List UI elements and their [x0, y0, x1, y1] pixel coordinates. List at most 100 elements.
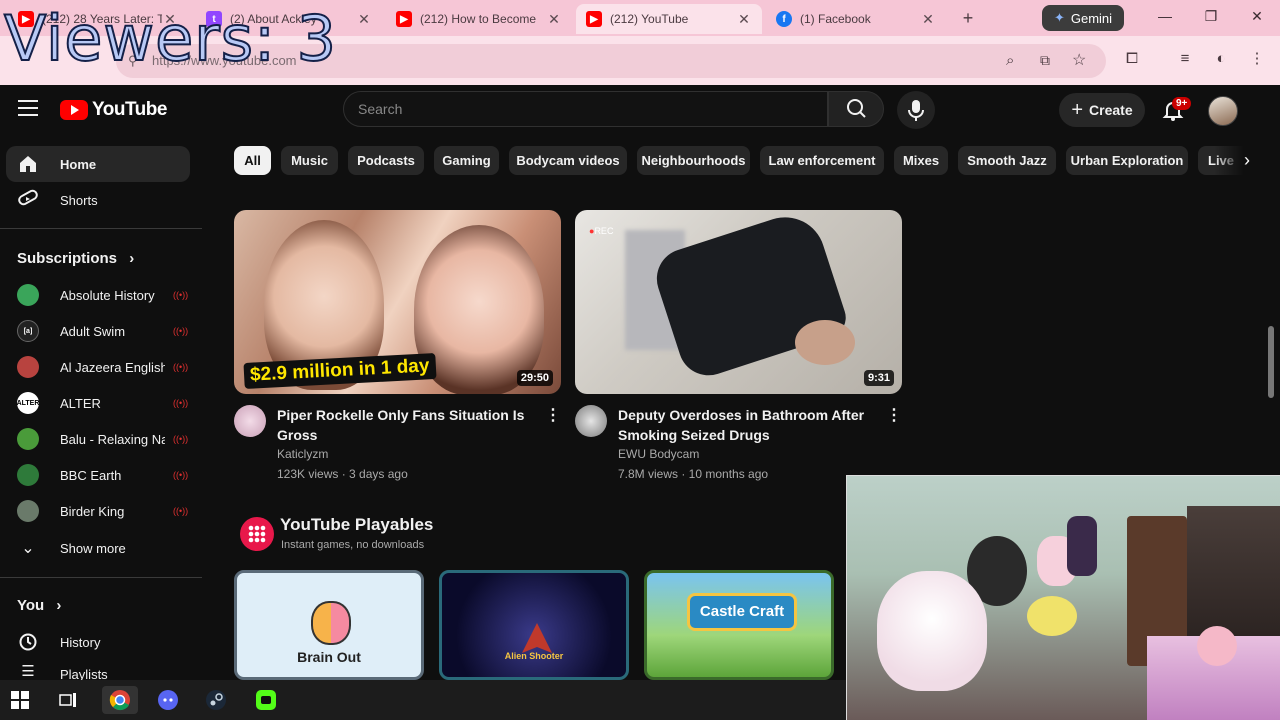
restore-button[interactable]: ❐: [1201, 8, 1221, 28]
sidebar-item-home[interactable]: Home: [6, 146, 190, 182]
sidebar-item-label: History: [60, 634, 101, 650]
sidebar-item-shorts[interactable]: Shorts: [6, 182, 190, 218]
youtube-logo-text: YouTube: [92, 99, 167, 120]
channel-name: Al Jazeera English: [60, 359, 165, 375]
live-icon: ((•)): [173, 362, 189, 372]
browser-tab-active[interactable]: ▶ (212) YouTube ✕: [576, 4, 762, 34]
browser-tab[interactable]: f (1) Facebook ✕: [766, 4, 946, 34]
taskbar: [0, 680, 846, 720]
create-button[interactable]: + Create: [1059, 93, 1145, 127]
webcam-shelf: [1187, 506, 1280, 646]
chip[interactable]: Podcasts: [348, 146, 424, 175]
video-title[interactable]: Deputy Overdoses in Bathroom After Smoki…: [618, 405, 868, 445]
sidebar: Home Shorts Subscriptions › Absolute His…: [0, 135, 202, 680]
chip[interactable]: Gaming: [434, 146, 499, 175]
account-avatar[interactable]: [1208, 96, 1238, 126]
chip-all[interactable]: All: [234, 146, 271, 175]
new-tab-button[interactable]: +: [958, 8, 978, 28]
chevron-right-icon: ›: [129, 250, 135, 267]
live-icon: ((•)): [173, 470, 189, 480]
steam-icon[interactable]: [198, 686, 234, 714]
zoom-icon[interactable]: ⌕: [1006, 52, 1014, 69]
youtube-logo[interactable]: YouTube: [60, 99, 167, 121]
you-header[interactable]: You ›: [17, 597, 61, 614]
chip[interactable]: Law enforcement: [760, 146, 884, 175]
close-icon[interactable]: ✕: [736, 11, 752, 28]
channel-avatar[interactable]: [234, 405, 266, 437]
menu-kebab-icon[interactable]: ⋮: [1248, 50, 1266, 68]
playables-title[interactable]: YouTube Playables: [280, 515, 433, 535]
search-button[interactable]: [828, 91, 884, 127]
history-icon: [17, 631, 39, 653]
extensions-icon[interactable]: ⧠: [1123, 50, 1141, 68]
more-options-icon[interactable]: ⋮: [545, 406, 561, 426]
game-card[interactable]: Alien Shooter: [439, 570, 629, 680]
discord-icon[interactable]: [150, 686, 186, 714]
close-icon[interactable]: ✕: [920, 11, 936, 28]
subscriptions-label: Subscriptions: [17, 250, 118, 267]
chips-next-button[interactable]: ›: [1214, 140, 1280, 182]
windows-start-icon[interactable]: [2, 686, 38, 714]
video-title[interactable]: Piper Rockelle Only Fans Situation Is Gr…: [277, 405, 527, 445]
game-card[interactable]: Castle Craft: [644, 570, 834, 680]
sidebar-subscription[interactable]: ALTER ALTER ((•)): [6, 385, 190, 421]
video-duration: 9:31: [863, 370, 894, 386]
divider: [0, 577, 202, 578]
video-channel[interactable]: Katiclyzm: [277, 447, 328, 461]
minimize-button[interactable]: —: [1155, 8, 1175, 28]
show-more-label: Show more: [60, 540, 126, 556]
sidebar-subscription[interactable]: BBC Earth ((•)): [6, 457, 190, 493]
game-title: Brain Out: [297, 649, 361, 665]
video-channel[interactable]: EWU Bodycam: [618, 447, 699, 461]
sidebar-item-label: Shorts: [60, 192, 98, 208]
video-duration: 29:50: [516, 370, 553, 386]
bookmark-star-icon[interactable]: ☆: [1072, 50, 1086, 70]
chip[interactable]: Urban Exploration: [1066, 146, 1188, 175]
create-label: Create: [1089, 102, 1133, 118]
chip[interactable]: Smooth Jazz: [958, 146, 1056, 175]
more-options-icon[interactable]: ⋮: [886, 406, 902, 426]
close-window-button[interactable]: ✕: [1247, 8, 1267, 28]
subscriptions-header[interactable]: Subscriptions ›: [17, 250, 134, 267]
chrome-icon[interactable]: [102, 686, 138, 714]
close-icon[interactable]: ✕: [546, 11, 562, 28]
channel-name: Balu - Relaxing Nature: [60, 431, 165, 447]
gemini-button[interactable]: ✦ Gemini: [1042, 5, 1124, 31]
media-control-icon[interactable]: ≡: [1176, 50, 1194, 68]
channel-avatar[interactable]: [575, 405, 607, 437]
sidebar-subscription[interactable]: Al Jazeera English ((•)): [6, 349, 190, 385]
chip[interactable]: Music: [281, 146, 338, 175]
sidebar-subscription[interactable]: Balu - Relaxing Nature ((•)): [6, 421, 190, 457]
task-view-icon[interactable]: [50, 686, 86, 714]
sidebar-subscription[interactable]: Absolute History ((•)): [6, 277, 190, 313]
playlists-icon: ☰: [21, 663, 35, 680]
hamburger-menu-icon[interactable]: [18, 100, 38, 116]
page-scrollbar[interactable]: [1268, 326, 1274, 398]
install-app-icon[interactable]: ⧉: [1040, 52, 1050, 69]
chip[interactable]: Neighbourhoods: [637, 146, 750, 175]
video-thumbnail[interactable]: ●REC 9:31: [575, 210, 902, 394]
sidebar-subscription[interactable]: [a] Adult Swim ((•)): [6, 313, 190, 349]
live-icon: ((•)): [173, 290, 189, 300]
sidebar-subscription[interactable]: Birder King ((•)): [6, 493, 190, 529]
video-thumbnail[interactable]: $2.9 million in 1 day 29:50: [234, 210, 561, 394]
profile-icon[interactable]: ◐: [1212, 50, 1230, 68]
sidebar-show-more[interactable]: ⌄ Show more: [6, 530, 190, 566]
webcam-plush: [877, 571, 987, 691]
close-icon[interactable]: ✕: [356, 11, 372, 28]
brain-icon: [311, 601, 351, 645]
channel-avatar: [17, 464, 39, 486]
chip[interactable]: Mixes: [894, 146, 948, 175]
game-card[interactable]: Brain Out: [234, 570, 424, 680]
chip[interactable]: Bodycam videos: [509, 146, 627, 175]
youtube-play-icon: [60, 100, 88, 120]
sidebar-item-history[interactable]: History: [6, 624, 190, 660]
voice-search-button[interactable]: [897, 91, 935, 129]
browser-tab[interactable]: ▶ (212) How to Become ✕: [386, 4, 572, 34]
webcam-backpack: [1067, 516, 1097, 576]
facebook-icon: f: [776, 11, 792, 27]
streaming-app-icon[interactable]: [248, 686, 284, 714]
search-input[interactable]: Search: [343, 91, 828, 127]
you-label: You: [17, 597, 45, 614]
sidebar-item-playlists[interactable]: ☰ Playlists: [6, 660, 190, 680]
